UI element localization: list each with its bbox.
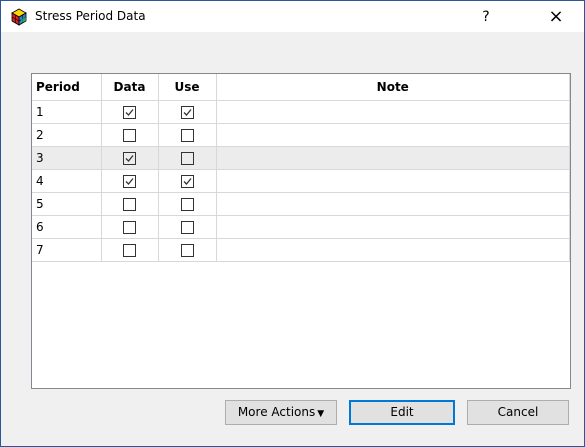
use-cell [158,215,217,239]
close-button[interactable]: × [533,3,579,31]
table-row[interactable]: 3 [32,146,570,170]
data-cell [101,169,159,193]
use-cell [158,169,217,193]
table-row[interactable]: 1 [32,100,570,124]
use-cell [158,192,217,216]
cube-icon [9,7,29,27]
data-checkbox[interactable] [123,244,136,257]
more-actions-button[interactable]: More Actions ▼ [225,400,337,425]
use-checkbox[interactable] [180,106,194,119]
use-checkbox[interactable] [180,198,194,211]
note-cell[interactable] [216,192,570,216]
note-cell[interactable] [216,146,570,170]
help-button[interactable]: ? [471,5,501,29]
more-actions-label: More Actions [237,405,316,419]
use-cell [158,146,217,170]
edit-button[interactable]: Edit [349,400,455,425]
use-checkbox[interactable] [180,244,194,257]
table-row[interactable]: 5 [32,192,570,216]
dialog-window: Stress Period Data ? × Period Data Use N… [0,0,585,447]
data-checkbox[interactable] [123,175,136,188]
period-cell: 5 [32,192,102,216]
stress-period-table: Period Data Use Note 1234567 [31,73,571,389]
table-row[interactable]: 4 [32,169,570,193]
note-cell[interactable] [216,169,570,193]
data-checkbox[interactable] [123,152,136,165]
period-cell: 2 [32,123,102,147]
period-cell: 3 [32,146,102,170]
period-cell: 6 [32,215,102,239]
column-header-data[interactable]: Data [101,74,159,101]
note-cell[interactable] [216,100,570,124]
period-cell: 7 [32,238,102,262]
column-header-period[interactable]: Period [32,74,102,101]
column-header-use[interactable]: Use [158,74,217,101]
cancel-button[interactable]: Cancel [467,400,569,425]
data-checkbox[interactable] [123,221,136,234]
title-bar: Stress Period Data ? × [1,1,584,32]
table-row[interactable]: 7 [32,238,570,262]
caret-down-icon: ▼ [317,409,325,419]
table-row[interactable]: 2 [32,123,570,147]
data-cell [101,146,159,170]
use-checkbox[interactable] [180,129,194,142]
table-header-row: Period Data Use Note [32,74,570,101]
use-cell [158,100,217,124]
note-cell[interactable] [216,238,570,262]
table-row[interactable]: 6 [32,215,570,239]
data-checkbox[interactable] [123,198,136,211]
use-checkbox[interactable] [180,175,194,188]
data-checkbox[interactable] [123,106,136,119]
column-header-note[interactable]: Note [216,74,570,101]
data-checkbox[interactable] [123,129,136,142]
data-cell [101,238,159,262]
use-checkbox[interactable] [180,152,194,165]
period-cell: 1 [32,100,102,124]
data-cell [101,123,159,147]
note-cell[interactable] [216,123,570,147]
period-cell: 4 [32,169,102,193]
data-cell [101,215,159,239]
data-cell [101,192,159,216]
use-cell [158,123,217,147]
data-cell [101,100,159,124]
use-cell [158,238,217,262]
note-cell[interactable] [216,215,570,239]
use-checkbox[interactable] [180,221,194,234]
window-title: Stress Period Data [35,9,146,23]
